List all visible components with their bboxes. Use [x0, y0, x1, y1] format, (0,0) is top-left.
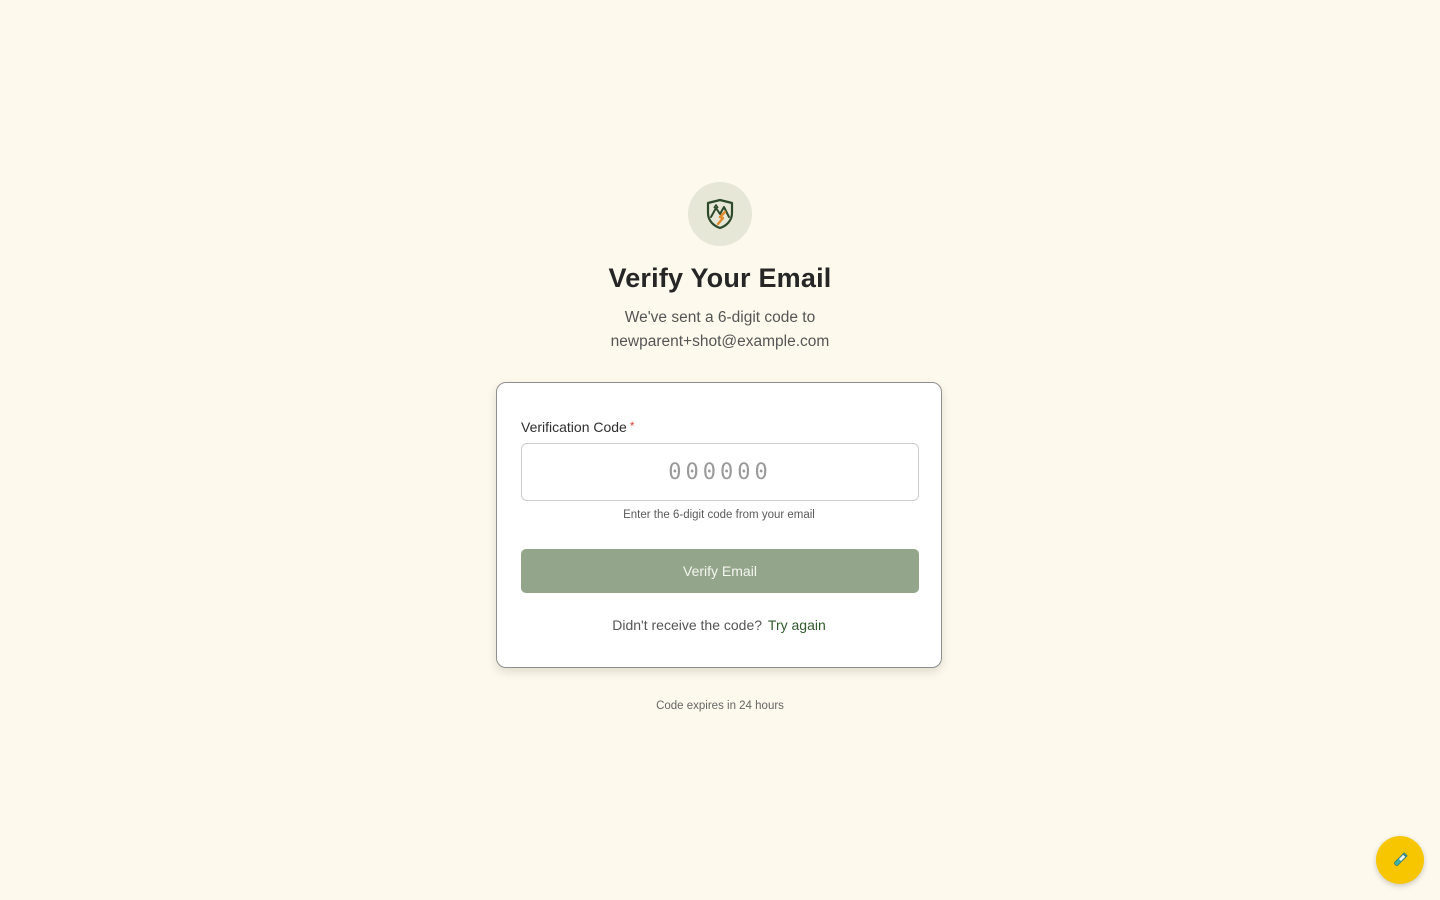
- verify-email-button[interactable]: Verify Email: [521, 549, 919, 593]
- code-expiry-note: Code expires in 24 hours: [656, 700, 784, 712]
- resend-row: Didn't receive the code? Try again: [497, 617, 941, 633]
- verification-code-input[interactable]: [521, 443, 919, 501]
- verification-card: Verification Code* Enter the 6-digit cod…: [496, 382, 942, 668]
- verification-code-label-text: Verification Code: [521, 419, 627, 435]
- email-address: newparent+shot@example.com: [610, 333, 830, 350]
- page-title: Verify Your Email: [608, 263, 832, 293]
- logo: [688, 182, 752, 246]
- resend-prompt: Didn't receive the code?: [612, 617, 763, 633]
- verify-email-page: Verify Your Email We've sent a 6-digit c…: [0, 0, 1440, 900]
- mountain-shield-icon: [706, 198, 734, 230]
- floating-action-button[interactable]: [1376, 836, 1424, 884]
- test-tube-icon: [1394, 852, 1408, 866]
- verification-code-label: Verification Code *: [521, 419, 635, 435]
- subtitle-text: We've sent a 6-digit code to: [624, 309, 816, 326]
- try-again-link[interactable]: Try again: [768, 617, 826, 633]
- required-marker: *: [629, 419, 635, 433]
- code-hint: Enter the 6-digit code from your email: [623, 509, 815, 521]
- header: Verify Your Email We've sent a 6-digit c…: [0, 182, 1440, 354]
- subtitle: We've sent a 6-digit code to newparent+s…: [611, 306, 830, 354]
